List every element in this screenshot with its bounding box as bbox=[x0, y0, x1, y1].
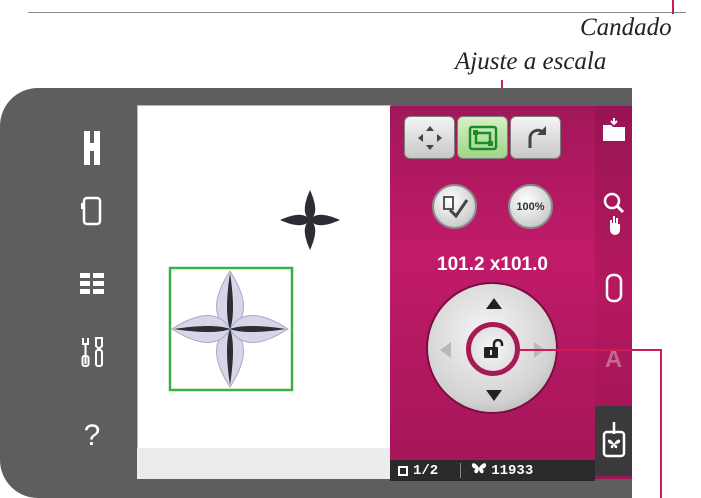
hoop-outline-icon[interactable] bbox=[595, 268, 632, 308]
butterfly-icon bbox=[471, 462, 487, 479]
zoom-pan-icon[interactable] bbox=[595, 188, 632, 240]
lock-callout-leader-top bbox=[672, 0, 674, 14]
help-icon-glyph: ? bbox=[83, 419, 101, 452]
tools-icon[interactable] bbox=[72, 332, 112, 372]
hoop-icon[interactable] bbox=[72, 191, 112, 231]
stitch-out-icon[interactable] bbox=[595, 406, 632, 476]
lock-callout-label: Candado bbox=[580, 14, 672, 41]
canvas-footer-strip bbox=[137, 448, 391, 479]
text-edit-icon: A bbox=[595, 342, 632, 378]
open-folder-icon[interactable] bbox=[595, 112, 632, 148]
zoom-100-label: 100% bbox=[516, 200, 545, 213]
design-motif-selected bbox=[171, 270, 289, 388]
edit-panel: 100% 101.2 x101.0 bbox=[390, 106, 595, 479]
embroidery-canvas[interactable] bbox=[137, 105, 391, 449]
lock-callout-leader-vertical bbox=[660, 349, 662, 498]
lock-callout-leader-horizontal bbox=[520, 349, 662, 351]
arrow-down-icon[interactable] bbox=[486, 390, 502, 401]
rotate-icon bbox=[528, 125, 546, 148]
device-screen: ? 100% 101.2 x101.0 1/2 11933 A bbox=[0, 88, 632, 498]
lock-icon bbox=[484, 339, 504, 358]
stitch-list-icon[interactable] bbox=[72, 264, 112, 304]
hoop-position-value: 1/2 bbox=[413, 462, 439, 479]
lock-button[interactable] bbox=[466, 322, 520, 376]
design-dimensions: 101.2 x101.0 bbox=[437, 254, 548, 275]
hoop-position-icon bbox=[398, 465, 408, 476]
move-button[interactable] bbox=[404, 116, 455, 159]
stitch-count-divider bbox=[460, 463, 462, 478]
help-icon[interactable]: ? bbox=[72, 416, 112, 456]
mirror-check-button[interactable] bbox=[432, 184, 477, 229]
status-bar: 1/2 11933 bbox=[390, 460, 595, 481]
presser-foot-icon[interactable] bbox=[72, 128, 112, 168]
arrow-left-icon[interactable] bbox=[440, 342, 451, 358]
move-icon bbox=[417, 125, 442, 150]
scale-icon bbox=[468, 125, 497, 150]
zoom-100-button[interactable]: 100% bbox=[508, 184, 553, 229]
position-wheel[interactable] bbox=[426, 282, 558, 414]
scale-button[interactable] bbox=[457, 116, 508, 159]
design-motif-small bbox=[280, 190, 340, 250]
check-icon bbox=[442, 195, 468, 218]
right-toolbar: A bbox=[595, 106, 632, 479]
arrow-up-icon[interactable] bbox=[486, 298, 502, 309]
scale-callout-label: Ajuste a escala bbox=[455, 48, 607, 75]
rotate-button[interactable] bbox=[510, 116, 561, 159]
header-rule bbox=[28, 0, 686, 13]
stitch-count-value: 11933 bbox=[491, 462, 534, 479]
